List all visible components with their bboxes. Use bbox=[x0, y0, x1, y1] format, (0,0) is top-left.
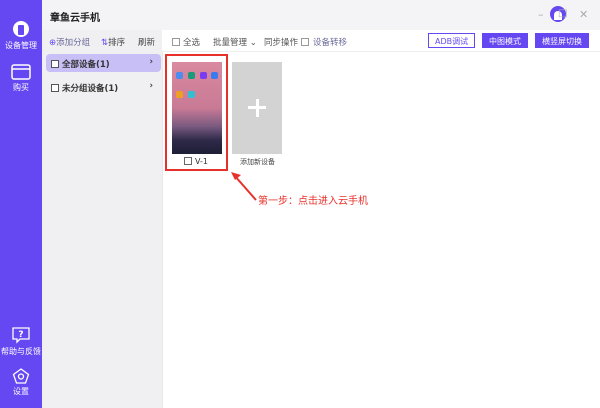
device-name-label: V-1 bbox=[195, 157, 208, 166]
side-rail: 设备管理 购买 ? 帮助与反馈 设置 bbox=[0, 0, 42, 408]
sync-label: 同步操作 bbox=[264, 38, 299, 48]
add-device-label: 添加新设备 bbox=[240, 158, 275, 166]
toolbar: 全选 批量管理 ⌄ 同步操作 设备转移 ADB调试 中图模式 横竖屏切换 bbox=[162, 30, 600, 52]
device-card-v1[interactable] bbox=[172, 62, 222, 154]
group-all[interactable]: 全部设备(1) › bbox=[46, 54, 161, 72]
adb-debug-button[interactable]: ADB调试 bbox=[428, 33, 476, 48]
add-group-button[interactable]: ⊕添加分组 bbox=[49, 36, 90, 48]
group-ungrouped[interactable]: 未分组设备(1) › bbox=[46, 78, 161, 96]
add-device-button[interactable] bbox=[232, 62, 282, 154]
app-icon bbox=[188, 91, 195, 98]
help-icon: ? bbox=[12, 327, 30, 344]
card-icon bbox=[11, 64, 31, 80]
app-icon bbox=[200, 72, 207, 79]
group-panel: ⊕添加分组 ⇅排序 刷新 全部设备(1) › 未分组设备(1) › bbox=[42, 30, 162, 408]
refresh-button[interactable]: 刷新 bbox=[138, 36, 155, 48]
sort-button[interactable]: ⇅排序 bbox=[101, 36, 125, 48]
group-label: 全部设备(1) bbox=[62, 60, 110, 70]
device-transfer-button[interactable]: 设备转移 bbox=[313, 36, 347, 48]
settings-icon bbox=[12, 368, 30, 384]
app-icon bbox=[176, 72, 183, 79]
arrow-icon bbox=[231, 172, 257, 201]
rail-label: 购买 bbox=[13, 83, 29, 92]
rail-settings[interactable]: 设置 bbox=[0, 368, 42, 397]
sort-label: 排序 bbox=[108, 38, 126, 48]
svg-text:?: ? bbox=[18, 330, 23, 340]
add-group-label: 添加分组 bbox=[56, 38, 91, 48]
batch-label: 批量管理 bbox=[213, 38, 248, 48]
chevron-right-icon: › bbox=[149, 81, 153, 91]
view-mode-button[interactable]: 中图模式 bbox=[482, 33, 528, 48]
app-title: 章鱼云手机 bbox=[50, 13, 100, 24]
device-name[interactable]: V-1 bbox=[184, 157, 208, 166]
title-bar: 章鱼云手机 – □ ✕ bbox=[42, 0, 600, 30]
select-all-label: 全选 bbox=[183, 38, 201, 48]
app-icon bbox=[211, 72, 218, 79]
app-icon bbox=[188, 72, 195, 79]
sync-toggle[interactable]: 同步操作 bbox=[264, 36, 312, 48]
minimize-icon[interactable]: – bbox=[538, 8, 544, 21]
app-icon bbox=[176, 91, 183, 98]
rail-help[interactable]: ? 帮助与反馈 bbox=[0, 326, 42, 357]
rail-label: 设置 bbox=[13, 387, 29, 396]
batch-manage-dropdown[interactable]: 批量管理 ⌄ bbox=[213, 36, 257, 48]
rail-device-manage[interactable]: 设备管理 bbox=[0, 20, 42, 51]
chevron-down-icon: ⌄ bbox=[249, 38, 257, 48]
checkbox[interactable] bbox=[51, 60, 59, 68]
checkbox[interactable] bbox=[51, 84, 59, 92]
maximize-icon[interactable]: □ bbox=[558, 8, 567, 19]
rail-label: 帮助与反馈 bbox=[1, 347, 41, 356]
annotation-text: 第一步：点击进入云手机 bbox=[258, 196, 368, 207]
rail-label: 设备管理 bbox=[5, 41, 37, 50]
rail-buy[interactable]: 购买 bbox=[0, 64, 42, 93]
cloud-phone-icon bbox=[13, 21, 29, 37]
chevron-right-icon: › bbox=[149, 57, 153, 67]
close-icon[interactable]: ✕ bbox=[579, 8, 588, 21]
select-all-checkbox[interactable]: 全选 bbox=[172, 36, 200, 48]
orientation-toggle-button[interactable]: 横竖屏切换 bbox=[535, 33, 589, 48]
group-label: 未分组设备(1) bbox=[62, 84, 119, 94]
